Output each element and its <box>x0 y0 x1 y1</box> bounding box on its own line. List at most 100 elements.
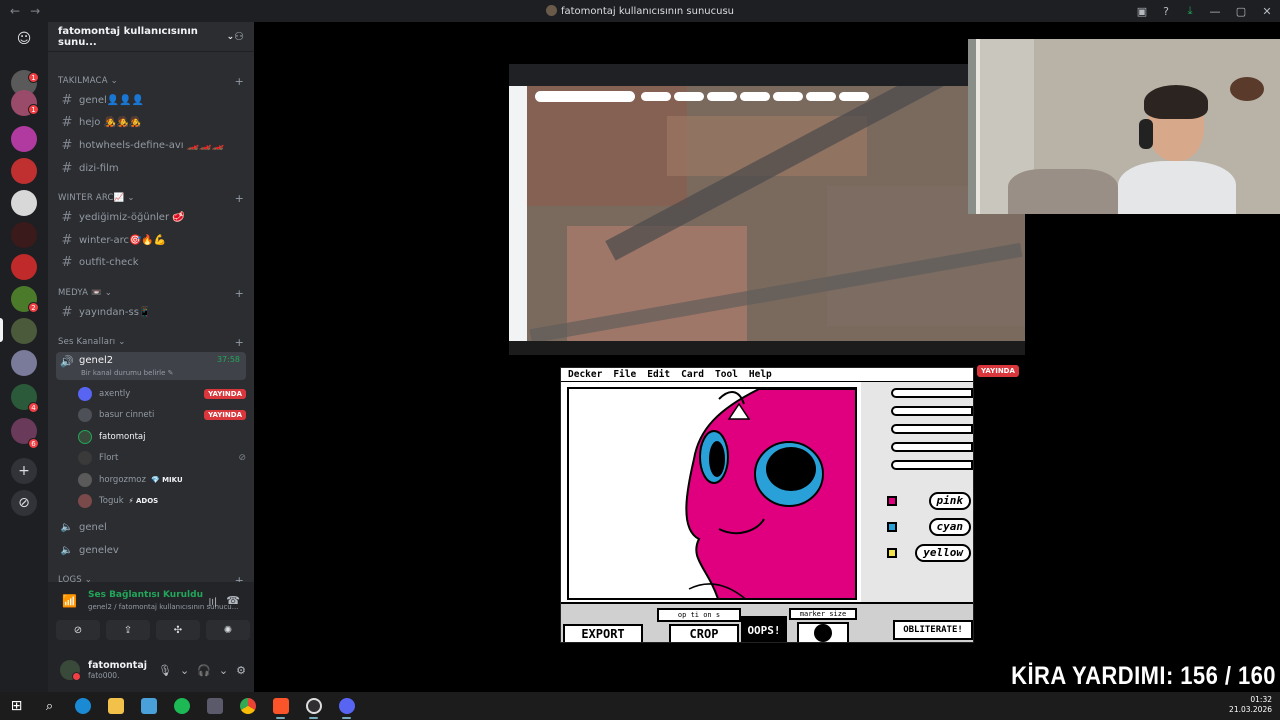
discover-icon[interactable]: ⊘ <box>11 490 37 516</box>
connection-status[interactable]: Ses Bağlantısı Kuruldu <box>88 590 203 600</box>
microphone-icon[interactable]: 🎙 <box>158 664 172 677</box>
minimize-icon[interactable]: — <box>1202 0 1228 22</box>
voice-user[interactable]: basur cinneti YAYINDA <box>78 405 246 424</box>
inbox-icon[interactable]: ▣ <box>1130 0 1154 22</box>
server-icon-6[interactable] <box>11 222 37 248</box>
channel-name: hejo 🧑‍🎤🧑‍🎤🧑‍🎤 <box>79 116 141 128</box>
category-header[interactable]: WINTER ARC📈 ⌄ + <box>58 191 244 205</box>
chevron-down-icon[interactable]: ⌄ <box>219 664 228 677</box>
voice-user[interactable]: Flort ⊘ <box>78 448 246 467</box>
export-button[interactable]: EXPORT <box>563 624 643 642</box>
category-header[interactable]: Ses Kanalları ⌄ + <box>58 335 244 349</box>
pen-tool[interactable] <box>891 442 973 452</box>
soundboard-button[interactable]: ✺ <box>206 620 250 640</box>
crop-button[interactable]: CROP <box>669 624 739 642</box>
channel-item[interactable]: # dizi-film <box>56 158 246 178</box>
server-icon-3[interactable] <box>11 126 37 152</box>
add-server-icon[interactable]: + <box>11 458 37 484</box>
server-icon-4[interactable] <box>11 158 37 184</box>
back-arrow-icon[interactable]: ← <box>10 4 20 18</box>
invite-people-icon[interactable]: ⚇ <box>234 30 244 43</box>
add-channel-icon[interactable]: + <box>235 287 244 300</box>
server-icon-7[interactable] <box>11 254 37 280</box>
chevron-down-icon[interactable]: ⌄ <box>180 664 189 677</box>
help-icon[interactable]: ? <box>1154 0 1178 22</box>
system-clock[interactable]: 01:32 21.03.2026 <box>1229 695 1272 715</box>
add-channel-icon[interactable]: + <box>235 192 244 205</box>
server-icon-active[interactable] <box>11 318 37 344</box>
marker-size-slider[interactable] <box>797 622 849 642</box>
voice-user[interactable]: Toguk ⚡ ADOS <box>78 491 246 510</box>
pen-tool[interactable] <box>891 424 973 434</box>
channel-item[interactable]: # hotwheels-define-avı 🏎️🏎️🏎️ <box>56 135 246 155</box>
channel-item[interactable]: # hejo 🧑‍🎤🧑‍🎤🧑‍🎤 <box>56 112 246 132</box>
server-icon-9[interactable] <box>11 350 37 376</box>
menu-decker[interactable]: Decker <box>568 369 602 380</box>
menu-file[interactable]: File <box>613 369 636 380</box>
webcam-feed[interactable] <box>968 39 1280 214</box>
channel-item[interactable]: # yediğimiz-öğünler 🥩 <box>56 207 246 227</box>
category-header[interactable]: TAKILMACA ⌄ + <box>58 74 244 88</box>
stream-tile-map[interactable] <box>509 64 1025 355</box>
activities-button[interactable]: ✣ <box>156 620 200 640</box>
maximize-icon[interactable]: ▢ <box>1228 0 1254 22</box>
download-icon[interactable]: ⤓ <box>1178 0 1202 22</box>
obliterate-button[interactable]: OBLITERATE! <box>893 620 973 640</box>
taskbar-brave[interactable] <box>264 692 297 720</box>
oops-button[interactable]: OOPS! <box>741 616 787 642</box>
taskbar-calculator[interactable] <box>198 692 231 720</box>
channel-item[interactable]: # winter-arc🎯🔥💪 <box>56 230 246 250</box>
headphones-icon[interactable]: 🎧 <box>197 664 211 677</box>
map-search-box[interactable] <box>535 91 635 102</box>
add-channel-icon[interactable]: + <box>235 75 244 88</box>
taskbar-store[interactable] <box>132 692 165 720</box>
forward-arrow-icon[interactable]: → <box>30 4 40 18</box>
camera-off-button[interactable]: ⊘ <box>56 620 100 640</box>
options-button[interactable]: op ti on s <box>657 608 741 622</box>
pen-tool[interactable] <box>891 460 973 470</box>
voice-user[interactable]: horgozmoz 💎 MIKU <box>78 470 246 489</box>
taskbar-edge[interactable] <box>66 692 99 720</box>
pen-tool[interactable] <box>891 406 973 416</box>
pen-tool[interactable] <box>891 388 973 398</box>
voice-user[interactable]: fatomontaj <box>78 427 246 446</box>
taskbar-discord[interactable] <box>330 692 363 720</box>
voice-channel[interactable]: 🔈 genel <box>56 517 246 537</box>
noise-suppression-icon[interactable]: 〣 <box>207 594 218 610</box>
channel-status-prompt[interactable]: Bir kanal durumu belirle ✎ <box>81 369 174 377</box>
channel-item[interactable]: # outfit-check <box>56 252 246 272</box>
user-panel[interactable]: fatomontaj fato000. 🎙 ⌄ 🎧 ⌄ ⚙ <box>56 654 246 686</box>
server-header[interactable]: fatomontaj kullanıcısının sunu... ⌄ ⚇ <box>48 22 254 52</box>
server-icon-5[interactable] <box>11 190 37 216</box>
menu-card[interactable]: Card <box>681 369 704 380</box>
start-button[interactable]: ⊞ <box>0 692 33 720</box>
voice-channel-active[interactable]: 🔊 genel2 37:58 Bir kanal durumu belirle … <box>56 352 246 380</box>
channel-item[interactable]: # yayından-ss📱 <box>56 302 246 322</box>
title-bar: ← → fatomontaj kullanıcısının sunucusu ▣… <box>0 0 1280 22</box>
drawing-canvas[interactable] <box>567 387 857 600</box>
taskbar-chrome[interactable] <box>231 692 264 720</box>
category-header[interactable]: MEDYA 📼 ⌄ + <box>58 286 244 300</box>
yellow-pen-button[interactable]: yellow <box>915 544 971 562</box>
menu-tool[interactable]: Tool <box>715 369 738 380</box>
taskbar-obs[interactable] <box>297 692 330 720</box>
cyan-pen-button[interactable]: cyan <box>928 518 971 536</box>
close-icon[interactable]: ✕ <box>1254 0 1280 22</box>
menu-edit[interactable]: Edit <box>647 369 670 380</box>
signal-icon[interactable]: 📶 <box>62 594 77 608</box>
settings-gear-icon[interactable]: ⚙ <box>236 664 246 677</box>
pink-pen-button[interactable]: pink <box>928 492 971 510</box>
avatar <box>78 429 92 444</box>
voice-channel[interactable]: 🔈 genelev <box>56 540 246 560</box>
taskbar-explorer[interactable] <box>99 692 132 720</box>
screen-share-button[interactable]: ⇪ <box>106 620 150 640</box>
disconnect-icon[interactable]: ☎ <box>226 594 240 607</box>
voice-user[interactable]: axently YAYINDA <box>78 384 246 403</box>
discord-home-icon[interactable]: ☺ <box>11 26 37 52</box>
taskbar-spotify[interactable] <box>165 692 198 720</box>
add-channel-icon[interactable]: + <box>235 336 244 349</box>
search-button[interactable]: ⌕ <box>33 692 66 720</box>
stream-tile-decker[interactable]: Decker File Edit Card Tool Help pink cya… <box>560 367 974 643</box>
channel-item[interactable]: # genel👤👤👤 <box>56 90 246 110</box>
menu-help[interactable]: Help <box>749 369 772 380</box>
